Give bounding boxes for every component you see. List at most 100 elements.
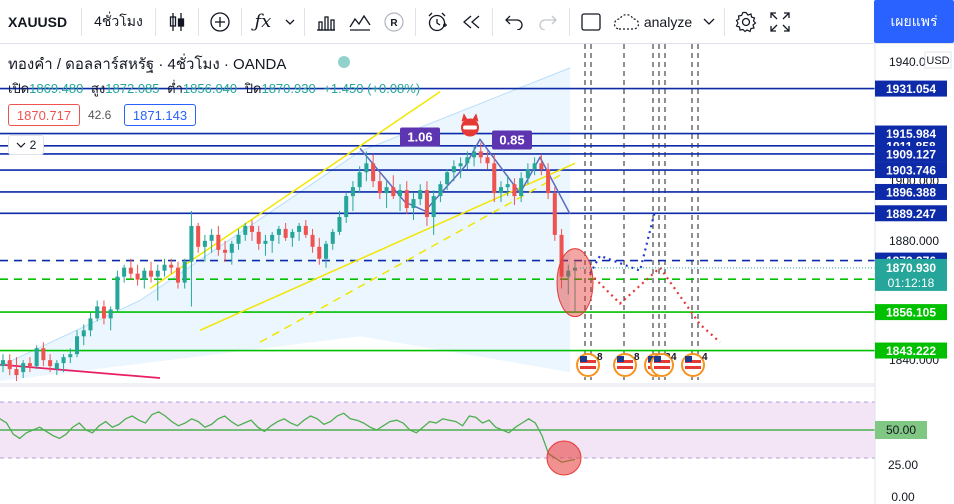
candle-body (54, 363, 59, 370)
current-price-label[interactable]: 1870.93001:12:18 (875, 258, 947, 291)
toolbar-divider (414, 7, 416, 36)
candle-body (115, 276, 120, 310)
add-indicator-icon[interactable] (203, 0, 237, 44)
level-price-label[interactable]: 1903.746 (875, 162, 947, 179)
candle-body (391, 187, 396, 197)
rsi-value-label[interactable]: 50.00 (875, 421, 927, 439)
currency-text: USD (926, 55, 949, 67)
candle-body (202, 240, 207, 247)
candle-body (478, 151, 483, 158)
toolbar-divider (724, 7, 726, 36)
toolbar-divider (240, 7, 242, 36)
undo-icon[interactable] (497, 0, 531, 44)
candle-body (539, 163, 544, 170)
indicators-icon[interactable] (343, 0, 377, 44)
candles-icon[interactable] (160, 0, 194, 44)
bullish-projection-path[interactable] (589, 210, 657, 275)
candle[interactable] (142, 267, 147, 289)
candle[interactable] (162, 258, 167, 277)
gear-icon[interactable] (729, 0, 763, 44)
candle[interactable] (122, 264, 127, 283)
candle-body (485, 157, 490, 164)
level-price-text: 1856.105 (886, 306, 936, 320)
level-price-label[interactable]: 1856.105 (875, 304, 947, 321)
square-icon[interactable] (574, 0, 608, 44)
candle-body (196, 225, 201, 247)
candle-body (48, 360, 53, 367)
candle-body (162, 264, 167, 271)
candle[interactable] (115, 270, 120, 313)
candle-body (256, 231, 261, 244)
currency-badge[interactable]: USD (924, 51, 952, 69)
economic-event-badge[interactable]: 4 (681, 352, 708, 377)
candle[interactable] (552, 187, 557, 241)
level-price-label[interactable]: 1843.222 (875, 342, 947, 359)
interval-button[interactable]: 4ชั่วโมง (86, 0, 151, 44)
candle-body (142, 270, 147, 280)
candle[interactable] (135, 264, 140, 286)
price-highlight-ellipse[interactable] (556, 248, 594, 318)
annotation-label[interactable]: 1.06 (400, 127, 440, 147)
candle[interactable] (34, 345, 39, 370)
candle-body (81, 330, 86, 337)
event-count: 4 (671, 352, 677, 363)
candle-body (377, 181, 382, 194)
candle[interactable] (95, 300, 100, 322)
candle-body (519, 178, 524, 197)
economic-event-badge[interactable]: 8 (576, 352, 603, 377)
candle-body (88, 318, 93, 331)
candle-body (149, 270, 154, 277)
candle-body (532, 163, 537, 170)
replay-r-icon[interactable]: R (377, 0, 411, 44)
candle-body (223, 249, 228, 253)
publish-button[interactable]: เผยแพร่ (874, 0, 954, 43)
analyze-label: analyze (643, 13, 693, 30)
spread-value: 42.6 (88, 108, 112, 122)
fx-icon[interactable]: ƒx (246, 0, 280, 44)
bars-icon[interactable] (309, 0, 343, 44)
buy-button[interactable]: 1871.143 (124, 104, 196, 126)
market-status-dot (338, 56, 350, 68)
candle-body (317, 246, 322, 259)
sell-button[interactable]: 1870.717 (8, 104, 80, 126)
candle-body (209, 234, 214, 241)
candle[interactable] (209, 228, 214, 253)
candle[interactable] (149, 261, 154, 283)
level-price-label[interactable]: 1896.388 (875, 183, 947, 200)
symbol-button[interactable]: XAUUSD (0, 0, 77, 44)
change-value: +1.450 (+0.08%) (323, 81, 421, 96)
candle-body (337, 216, 342, 232)
candle-body (431, 196, 436, 217)
candle-body (525, 169, 530, 179)
fullscreen-icon[interactable] (763, 0, 797, 44)
candle-body (108, 309, 113, 319)
candle-body (68, 354, 73, 358)
rewind-icon[interactable] (454, 0, 488, 44)
indicator-collapse-button[interactable]: 2 (8, 135, 44, 155)
candle[interactable] (196, 222, 201, 253)
analyze-button[interactable]: analyze (608, 0, 720, 44)
economic-event-badge[interactable]: 4 (650, 352, 677, 377)
candle-body (249, 225, 255, 232)
candle-body (404, 190, 409, 209)
level-price-label[interactable]: 1931.054 (875, 80, 947, 97)
alarm-icon[interactable] (420, 0, 454, 44)
toolbar-divider (197, 7, 199, 36)
candle-body (418, 190, 423, 200)
level-price-label[interactable]: 1909.127 (875, 145, 947, 162)
level-price-text: 1843.222 (886, 344, 936, 358)
candle-body (236, 234, 241, 244)
annotation-label[interactable]: 0.85 (492, 130, 532, 150)
candle-body (21, 363, 26, 373)
candle[interactable] (128, 258, 133, 280)
close-value: 1870.930 (261, 81, 316, 96)
redo-icon[interactable] (531, 0, 565, 44)
economic-event-badge[interactable]: 8 (613, 352, 640, 377)
chart-title: ทองคำ / ดอลลาร์สหรัฐ · 4ชั่วโมง · OANDA (8, 56, 287, 73)
candle-body (128, 267, 133, 274)
candle-body (303, 225, 308, 235)
candle-body (445, 172, 450, 185)
rsi-highlight-circle[interactable] (546, 440, 582, 476)
level-price-label[interactable]: 1889.247 (875, 205, 947, 222)
chevron-down-icon[interactable] (280, 0, 300, 44)
